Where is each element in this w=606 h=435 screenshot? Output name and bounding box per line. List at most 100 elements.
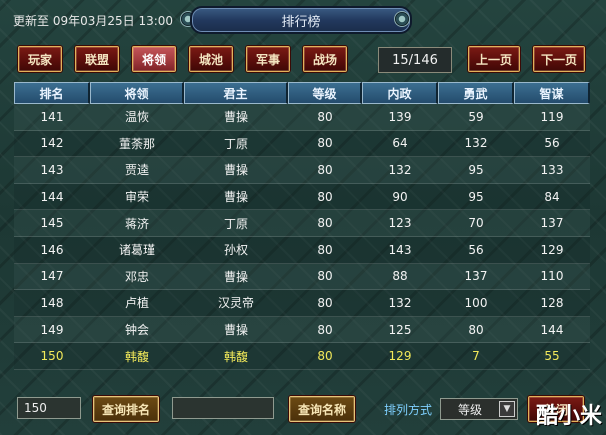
header-politics[interactable]: 内政 bbox=[362, 82, 438, 104]
cell-level: 80 bbox=[288, 263, 362, 291]
cell-rank: 143 bbox=[14, 157, 90, 184]
table-row[interactable]: 148 卢植 汉灵帝 80 132 100 128 bbox=[14, 290, 590, 317]
cell-valor: 80 bbox=[438, 316, 514, 344]
cell-general: 诸葛瑾 bbox=[90, 236, 184, 264]
cell-general: 邓忠 bbox=[90, 263, 184, 291]
table-body: 141 温恢 曹操 80 139 59 119 142 董荼那 丁原 80 64 132 56 143 贾逵曹… bbox=[14, 104, 590, 370]
tab-alliances[interactable]: 联盟 bbox=[75, 46, 119, 72]
prev-page-button[interactable]: 上一页 bbox=[468, 46, 520, 72]
cell-rank: 150 bbox=[14, 343, 90, 370]
rank-input[interactable]: 150 bbox=[17, 397, 81, 419]
cell-level: 80 bbox=[288, 130, 362, 158]
table-row[interactable]: 145 蒋济 丁原 80 123 70 137 bbox=[14, 210, 590, 237]
cell-lord: 韩馥 bbox=[184, 343, 288, 370]
cell-intelligence: 129 bbox=[514, 236, 590, 264]
search-rank-button[interactable]: 查询排名 bbox=[93, 396, 159, 422]
cell-politics: 90 bbox=[362, 183, 438, 211]
table-row[interactable]: 141 温恢 曹操 80 139 59 119 bbox=[14, 104, 590, 131]
cell-level: 80 bbox=[288, 104, 362, 131]
cell-general: 钟会 bbox=[90, 316, 184, 344]
tab-players[interactable]: 玩家 bbox=[18, 46, 62, 72]
cell-rank: 144 bbox=[14, 183, 90, 211]
cell-lord: 曹操 bbox=[184, 157, 288, 184]
cell-politics: 143 bbox=[362, 236, 438, 264]
cell-rank: 149 bbox=[14, 316, 90, 344]
cell-general: 贾逵 bbox=[90, 157, 184, 184]
cell-valor: 7 bbox=[438, 343, 514, 370]
watermark-logo: 酷小米 bbox=[536, 404, 603, 429]
cell-politics: 129 bbox=[362, 343, 438, 370]
tab-military[interactable]: 军事 bbox=[246, 46, 290, 72]
cell-politics: 88 bbox=[362, 263, 438, 291]
cell-intelligence: 137 bbox=[514, 210, 590, 237]
cell-valor: 70 bbox=[438, 210, 514, 237]
cell-intelligence: 55 bbox=[514, 343, 590, 370]
cell-politics: 139 bbox=[362, 104, 438, 131]
update-time: 更新至 09年03月25日 13:00 bbox=[13, 14, 174, 28]
cell-lord: 丁原 bbox=[184, 130, 288, 158]
sort-value: 等级 bbox=[457, 402, 482, 417]
cell-intelligence: 110 bbox=[514, 263, 590, 291]
cell-rank: 142 bbox=[14, 130, 90, 158]
cell-lord: 曹操 bbox=[184, 183, 288, 211]
cell-rank: 145 bbox=[14, 210, 90, 237]
cell-lord: 曹操 bbox=[184, 263, 288, 291]
cell-intelligence: 56 bbox=[514, 130, 590, 158]
cell-lord: 丁原 bbox=[184, 210, 288, 237]
next-page-button[interactable]: 下一页 bbox=[533, 46, 585, 72]
title-bar: 排行榜 bbox=[190, 6, 412, 34]
page-indicator: 15/146 bbox=[378, 47, 452, 73]
tab-generals[interactable]: 将领 bbox=[132, 46, 176, 72]
table-row[interactable]: 143 贾逵 曹操 80 132 95 133 bbox=[14, 157, 590, 184]
tab-cities[interactable]: 城池 bbox=[189, 46, 233, 72]
cell-valor: 132 bbox=[438, 130, 514, 158]
cell-politics: 123 bbox=[362, 210, 438, 237]
cell-general: 蒋济 bbox=[90, 210, 184, 237]
cell-valor: 56 bbox=[438, 236, 514, 264]
header-general[interactable]: 将领 bbox=[90, 82, 184, 104]
cell-level: 80 bbox=[288, 290, 362, 317]
table-row[interactable]: 144 审荣 曹操 80 90 95 84 bbox=[14, 183, 590, 211]
ranking-table: 排名 将领 君主 等级 内政 勇武 智谋 141 温恢 曹操 80 139 59 119 14… bbox=[14, 82, 590, 370]
cell-lord: 曹操 bbox=[184, 104, 288, 131]
header-intelligence[interactable]: 智谋 bbox=[514, 82, 590, 104]
header-valor[interactable]: 勇武 bbox=[438, 82, 514, 104]
cell-politics: 132 bbox=[362, 290, 438, 317]
header-rank[interactable]: 排名 bbox=[14, 82, 90, 104]
table-row[interactable]: 149 钟会 曹操 80 125 80 144 bbox=[14, 316, 590, 344]
cell-intelligence: 119 bbox=[514, 104, 590, 131]
cell-intelligence: 144 bbox=[514, 316, 590, 344]
cell-lord: 汉灵帝 bbox=[184, 290, 288, 317]
cell-valor: 137 bbox=[438, 263, 514, 291]
cell-valor: 95 bbox=[438, 183, 514, 211]
cell-intelligence: 84 bbox=[514, 183, 590, 211]
window-title: 排行榜 bbox=[281, 14, 321, 30]
tab-battlefield[interactable]: 战场 bbox=[303, 46, 347, 72]
table-row[interactable]: 147 邓忠 曹操 80 88 137 110 bbox=[14, 263, 590, 291]
table-row[interactable]: 146 诸葛瑾 孙权 80 143 56 129 bbox=[14, 236, 590, 264]
dropdown-arrow-icon[interactable]: ▼ bbox=[499, 401, 515, 417]
name-input[interactable] bbox=[172, 397, 274, 419]
cell-general: 温恢 bbox=[90, 104, 184, 131]
cell-level: 80 bbox=[288, 210, 362, 237]
cell-intelligence: 128 bbox=[514, 290, 590, 317]
cell-valor: 59 bbox=[438, 104, 514, 131]
cell-level: 80 bbox=[288, 236, 362, 264]
sort-label: 排列方式 bbox=[384, 403, 433, 417]
cell-politics: 132 bbox=[362, 157, 438, 184]
ranking-window: 更新至 09年03月25日 13:00 排行榜 玩家 联盟 将领 城池 军事 战… bbox=[0, 0, 606, 435]
cell-rank: 146 bbox=[14, 236, 90, 264]
table-row[interactable]: 150 韩馥 韩馥 80 129 7 55 bbox=[14, 343, 590, 370]
header-level[interactable]: 等级 bbox=[288, 82, 362, 104]
cell-politics: 125 bbox=[362, 316, 438, 344]
cell-valor: 100 bbox=[438, 290, 514, 317]
search-name-button[interactable]: 查询名称 bbox=[289, 396, 355, 422]
table-row[interactable]: 142 董荼那 丁原 80 64 132 56 bbox=[14, 130, 590, 158]
title-ornament-right-icon bbox=[394, 11, 410, 27]
cell-level: 80 bbox=[288, 183, 362, 211]
cell-rank: 148 bbox=[14, 290, 90, 317]
cell-rank: 147 bbox=[14, 263, 90, 291]
header-lord[interactable]: 君主 bbox=[184, 82, 288, 104]
cell-lord: 孙权 bbox=[184, 236, 288, 264]
sort-select[interactable]: 等级 ▼ bbox=[440, 398, 518, 420]
